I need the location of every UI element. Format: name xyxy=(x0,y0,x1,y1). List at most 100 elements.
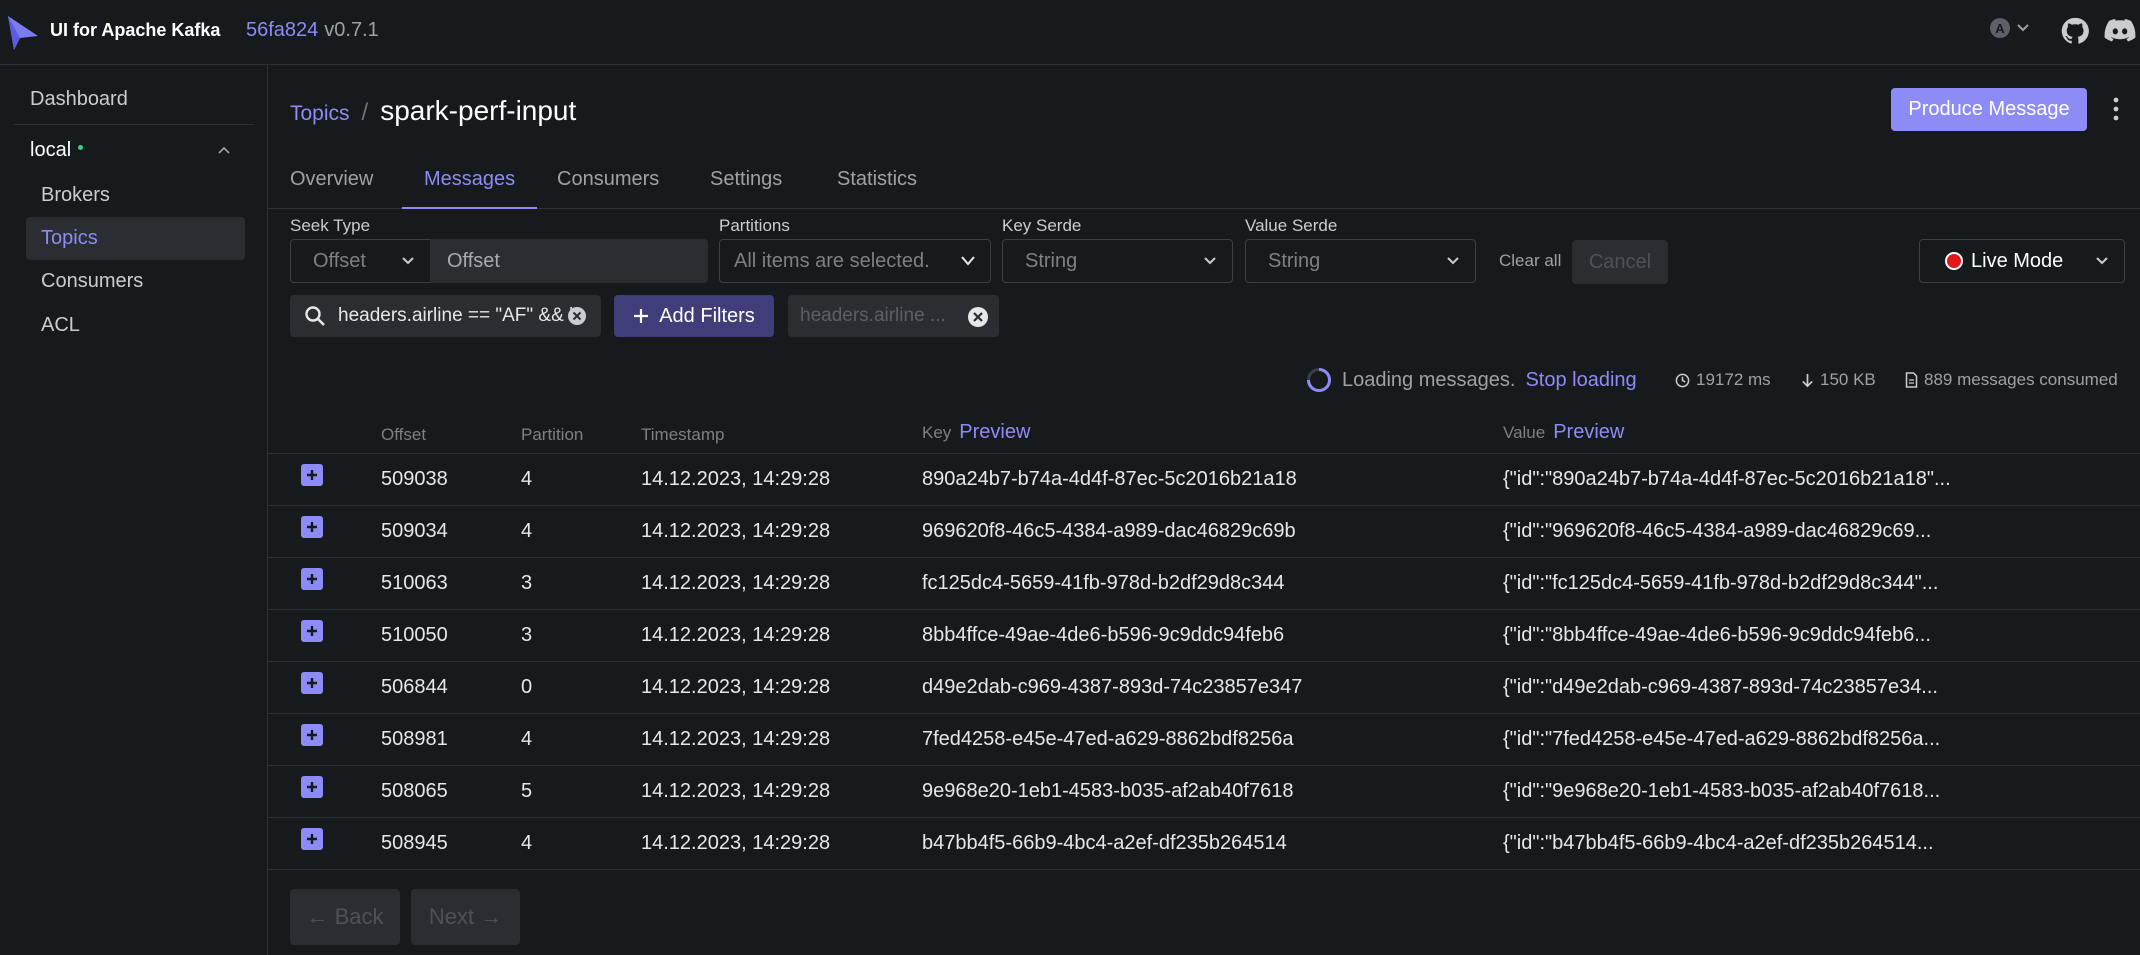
cell-value: {"id":"b47bb4f5-66b9-4bc4-a2ef-df235b264… xyxy=(1503,832,1934,854)
key-preview-button[interactable]: Preview xyxy=(959,421,1030,443)
cell-key: 8bb4ffce-49ae-4de6-b596-9c9ddc94feb6 xyxy=(922,624,1285,646)
table-row[interactable]: 508945 4 14.12.2023, 14:29:28 b47bb4f5-66b9… xyxy=(268,818,2140,870)
live-mode-label: Live Mode xyxy=(1971,249,2064,272)
cell-value: {"id":"7fed4258-e45e-47ed-a629-8862bdf82… xyxy=(1503,728,1941,750)
loading-spinner-icon xyxy=(1307,368,1331,392)
expand-row-icon[interactable] xyxy=(301,568,323,590)
tab-overview[interactable]: Overview xyxy=(268,168,395,209)
kafka-logo-icon[interactable] xyxy=(6,14,40,52)
clock-icon xyxy=(1675,373,1690,387)
breadcrumb-topics-link[interactable]: Topics xyxy=(290,102,350,126)
cancel-button[interactable]: Cancel xyxy=(1572,240,1668,284)
expand-row-icon[interactable] xyxy=(301,464,323,486)
table-row[interactable]: 510063 3 14.12.2023, 14:29:28 fc125dc4-5659… xyxy=(268,558,2140,610)
table-row[interactable]: 510050 3 14.12.2023, 14:29:28 8bb4ffce-49ae… xyxy=(268,610,2140,662)
sidebar-cluster-local[interactable]: local xyxy=(30,139,84,162)
version-label: v0.7.1 xyxy=(324,19,379,41)
table-row[interactable]: 506844 0 14.12.2023, 14:29:28 d49e2dab-c969… xyxy=(268,662,2140,714)
sidebar-item-topics[interactable]: Topics xyxy=(26,217,245,260)
key-serde-select[interactable]: String xyxy=(1002,239,1233,283)
sidebar-item-brokers[interactable]: Brokers xyxy=(26,174,245,217)
cell-key: d49e2dab-c969-4387-893d-74c23857e347 xyxy=(922,676,1303,698)
bytes-consumed: 150 KB xyxy=(1801,370,1876,390)
plus-icon xyxy=(634,309,649,323)
chevron-down-icon xyxy=(1204,257,1216,265)
more-options-icon[interactable] xyxy=(2110,96,2122,122)
cell-key: b47bb4f5-66b9-4bc4-a2ef-df235b264514 xyxy=(922,832,1287,854)
stop-loading-button[interactable]: Stop loading xyxy=(1525,369,1636,392)
user-menu[interactable]: A xyxy=(1990,18,2030,38)
clear-all-button[interactable]: Clear all xyxy=(1499,251,1561,271)
github-icon[interactable] xyxy=(2060,16,2090,46)
column-key: Key Preview xyxy=(922,421,1030,444)
live-mode-select[interactable]: Live Mode xyxy=(1919,239,2125,283)
breadcrumb-separator: / xyxy=(361,99,369,126)
cell-partition: 0 xyxy=(521,676,533,698)
column-value-label: Value xyxy=(1503,423,1546,442)
cell-timestamp: 14.12.2023, 14:29:28 xyxy=(641,832,831,854)
tab-messages[interactable]: Messages xyxy=(402,168,538,209)
active-filter-chip[interactable]: headers.airline ... xyxy=(788,295,999,337)
cell-offset: 508981 xyxy=(381,728,448,750)
next-button[interactable]: Next → xyxy=(411,889,520,945)
add-filters-button[interactable]: Add Filters xyxy=(614,295,774,337)
sidebar: Dashboard local Brokers Topics Consumers… xyxy=(0,65,268,955)
seek-type-select[interactable]: Offset xyxy=(290,239,431,283)
sidebar-item-consumers[interactable]: Consumers xyxy=(26,260,245,303)
cell-timestamp: 14.12.2023, 14:29:28 xyxy=(641,780,831,802)
tab-statistics[interactable]: Statistics xyxy=(815,168,939,209)
version-info: 56fa824 v0.7.1 xyxy=(246,19,379,42)
expand-row-icon[interactable] xyxy=(301,620,323,642)
column-key-label: Key xyxy=(922,423,952,442)
tab-settings[interactable]: Settings xyxy=(688,168,804,209)
expand-row-icon[interactable] xyxy=(301,516,323,538)
cell-value: {"id":"8bb4ffce-49ae-4de6-b596-9c9ddc94f… xyxy=(1503,624,1931,646)
seek-offset-input[interactable]: Offset xyxy=(430,239,708,283)
cell-offset: 509034 xyxy=(381,520,448,542)
table-row[interactable]: 508981 4 14.12.2023, 14:29:28 7fed4258-e45e… xyxy=(268,714,2140,766)
sidebar-item-acl[interactable]: ACL xyxy=(26,304,245,347)
chevron-down-icon xyxy=(1447,257,1459,265)
chevron-down-icon xyxy=(961,256,975,266)
live-record-icon xyxy=(1945,252,1963,270)
user-avatar-icon: A xyxy=(1990,18,2010,38)
partitions-value: All items are selected. xyxy=(734,249,930,272)
app-title[interactable]: UI for Apache Kafka xyxy=(50,20,220,41)
clear-search-icon[interactable] xyxy=(567,306,587,326)
cell-value: {"id":"890a24b7-b74a-4d4f-87ec-5c2016b21… xyxy=(1503,468,1951,490)
value-preview-button[interactable]: Preview xyxy=(1553,421,1624,443)
partitions-label: Partitions xyxy=(719,216,790,235)
table-row[interactable]: 509034 4 14.12.2023, 14:29:28 969620f8-46c5… xyxy=(268,506,2140,558)
seek-offset-placeholder: Offset xyxy=(447,249,500,272)
cluster-name: local xyxy=(30,139,72,161)
table-row[interactable]: 509038 4 14.12.2023, 14:29:28 890a24b7-b74a… xyxy=(268,454,2140,506)
tab-consumers[interactable]: Consumers xyxy=(535,168,681,209)
top-bar: UI for Apache Kafka 56fa824 v0.7.1 A xyxy=(0,0,2140,65)
table-row[interactable]: 508065 5 14.12.2023, 14:29:28 9e968e20-1eb1… xyxy=(268,766,2140,818)
chevron-down-icon xyxy=(402,257,414,265)
discord-icon[interactable] xyxy=(2104,16,2136,46)
expand-row-icon[interactable] xyxy=(301,672,323,694)
cell-value: {"id":"9e968e20-1eb1-4583-b035-af2ab40f7… xyxy=(1503,780,1941,802)
add-filters-label: Add Filters xyxy=(659,304,755,327)
cell-value: {"id":"d49e2dab-c969-4387-893d-74c23857e… xyxy=(1503,676,1938,698)
seek-type-value: Offset xyxy=(313,249,366,272)
active-filter-label: headers.airline ... xyxy=(800,305,946,326)
sidebar-item-dashboard[interactable]: Dashboard xyxy=(30,88,128,111)
page-title: spark-perf-input xyxy=(380,95,577,126)
value-serde-select[interactable]: String xyxy=(1245,239,1476,283)
partitions-select[interactable]: All items are selected. xyxy=(719,239,991,283)
commit-link[interactable]: 56fa824 xyxy=(246,19,318,41)
cell-timestamp: 14.12.2023, 14:29:28 xyxy=(641,676,831,698)
chevron-up-icon[interactable] xyxy=(216,143,232,159)
back-button[interactable]: ← Back xyxy=(290,889,400,945)
expand-row-icon[interactable] xyxy=(301,724,323,746)
expand-row-icon[interactable] xyxy=(301,776,323,798)
column-value: Value Preview xyxy=(1503,421,1624,444)
produce-message-button[interactable]: Produce Message xyxy=(1891,88,2087,131)
message-search-input[interactable]: headers.airline == "AF" && headers.foo xyxy=(290,295,601,337)
cell-partition: 3 xyxy=(521,572,533,594)
remove-filter-icon[interactable] xyxy=(967,306,989,328)
expand-row-icon[interactable] xyxy=(301,828,323,850)
cell-timestamp: 14.12.2023, 14:29:28 xyxy=(641,572,831,594)
